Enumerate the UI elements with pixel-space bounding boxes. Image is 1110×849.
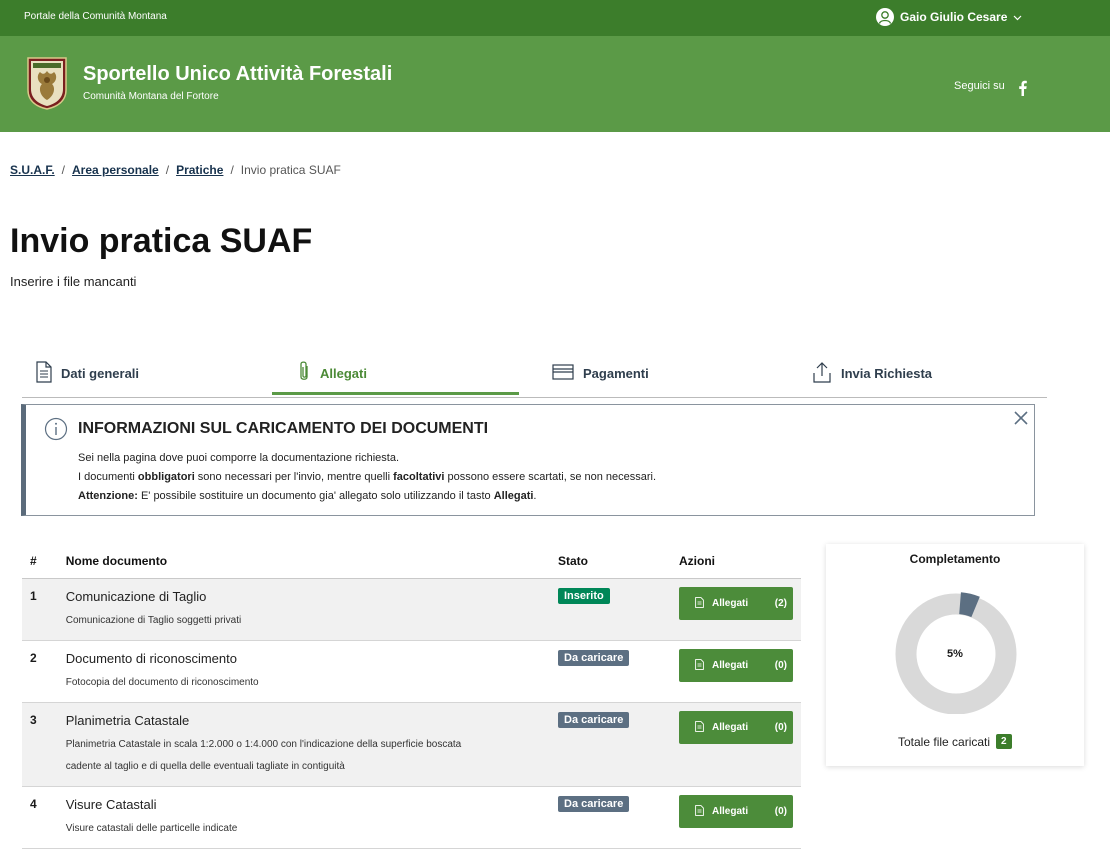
portal-link[interactable]: Portale della Comunità Montana (24, 11, 167, 22)
total-files-count: 2 (996, 734, 1012, 749)
document-name: Visure Catastali (65, 797, 157, 812)
status-badge: Inserito (558, 588, 610, 604)
follow-label: Seguici su (954, 80, 1005, 92)
alert-body: Sei nella pagina dove puoi comporre la d… (78, 449, 656, 506)
user-menu[interactable]: Gaio Giulio Cesare (876, 8, 1022, 26)
credit-card-icon (552, 363, 574, 383)
step-tabs: Dati generali Allegati Pagamenti Invia R… (22, 350, 1047, 398)
table-row: 4 Visure Catastali Visure catastali dell… (22, 786, 801, 849)
breadcrumb-separator: / (61, 163, 66, 177)
tab-pagamenti[interactable]: Pagamenti (552, 350, 649, 396)
file-icon (695, 658, 704, 673)
user-name: Gaio Giulio Cesare (900, 10, 1008, 24)
tab-label: Allegati (320, 365, 367, 381)
breadcrumb-separator: / (230, 163, 234, 177)
status-badge: Da caricare (558, 712, 630, 728)
breadcrumb-current: Invio pratica SUAF (240, 163, 341, 177)
documents-table: # Nome documento Stato Azioni 1 Comunica… (22, 544, 801, 849)
col-number: # (22, 544, 58, 579)
chevron-down-icon (1013, 10, 1022, 24)
row-number: 2 (22, 640, 58, 703)
allegati-button[interactable]: Allegati (2) (679, 587, 793, 620)
site-subtitle: Comunità Montana del Fortore (83, 91, 219, 102)
document-icon (36, 360, 52, 386)
site-title: Sportello Unico Attività Forestali (83, 63, 393, 85)
completion-title: Completamento (909, 552, 1001, 566)
info-alert: INFORMAZIONI SUL CARICAMENTO DEI DOCUMEN… (21, 404, 1035, 516)
total-files: Totale file caricati 2 (898, 734, 1012, 749)
completion-percent: 5% (947, 648, 963, 660)
facebook-icon[interactable] (1013, 79, 1033, 97)
alert-line: Sei nella pagina dove puoi comporre la d… (78, 452, 400, 464)
file-icon (695, 720, 704, 735)
attachment-count: (2) (774, 598, 787, 609)
status-badge: Da caricare (558, 650, 630, 666)
attachment-count: (0) (774, 660, 787, 671)
paperclip-icon (297, 360, 311, 387)
row-number: 1 (22, 578, 58, 641)
breadcrumb-link-suaf[interactable]: S.U.A.F. (10, 163, 55, 177)
breadcrumb: S.U.A.F. / Area personale / Pratiche / I… (10, 163, 341, 177)
document-description: Comunicazione di Taglio soggetti privati (65, 615, 242, 626)
breadcrumb-link-area-personale[interactable]: Area personale (72, 163, 159, 177)
attachment-count: (0) (774, 806, 787, 817)
info-icon (44, 417, 68, 441)
active-tab-indicator (272, 392, 519, 395)
alert-title: INFORMAZIONI SUL CARICAMENTO DEI DOCUMEN… (78, 420, 489, 437)
tab-label: Invia Richiesta (841, 365, 933, 381)
tab-allegati[interactable]: Allegati (297, 350, 367, 396)
tab-dati-generali[interactable]: Dati generali (36, 350, 139, 396)
allegati-button[interactable]: Allegati (0) (679, 711, 793, 744)
attachment-count: (0) (774, 722, 787, 733)
breadcrumb-separator: / (165, 163, 170, 177)
allegati-button[interactable]: Allegati (0) (679, 649, 793, 682)
upload-icon (812, 361, 832, 386)
document-description: Fotocopia del documento di riconosciment… (65, 677, 259, 688)
tab-label: Dati generali (61, 365, 140, 381)
close-icon[interactable] (1012, 409, 1030, 427)
table-row: 1 Comunicazione di Taglio Comunicazione … (22, 578, 801, 641)
col-actions: Azioni (671, 544, 801, 579)
col-status: Stato (550, 544, 671, 579)
file-icon (695, 804, 704, 819)
allegati-button[interactable]: Allegati (0) (679, 795, 793, 828)
col-name: Nome documento (57, 544, 550, 579)
tab-label: Pagamenti (583, 365, 649, 381)
status-badge: Da caricare (558, 796, 630, 812)
alert-line: Attenzione: E' possibile sostituire un d… (78, 490, 537, 502)
site-header: Sportello Unico Attività Forestali Comun… (0, 36, 1110, 132)
table-row: 3 Planimetria Catastale Planimetria Cata… (22, 702, 801, 787)
file-icon (695, 596, 704, 611)
top-bar: Portale della Comunità Montana Gaio Giul… (0, 0, 1110, 36)
page-subtitle: Inserire i file mancanti (10, 274, 137, 289)
row-number: 3 (22, 702, 58, 787)
document-name: Documento di riconoscimento (65, 651, 237, 666)
total-files-label: Totale file caricati (898, 734, 991, 749)
document-name: Comunicazione di Taglio (65, 589, 207, 604)
document-description: Visure catastali delle particelle indica… (65, 823, 238, 834)
tab-invia-richiesta[interactable]: Invia Richiesta (812, 350, 932, 396)
completion-card: Completamento 5% Totale file caricati 2 (826, 544, 1084, 766)
row-number: 4 (22, 786, 58, 849)
community-logo-icon[interactable] (26, 56, 68, 110)
document-name: Planimetria Catastale (65, 713, 190, 728)
breadcrumb-link-pratiche[interactable]: Pratiche (176, 163, 223, 177)
page-title: Invio pratica SUAF (10, 222, 313, 260)
user-avatar-icon (876, 8, 894, 26)
alert-line: I documenti obbligatori sono necessari p… (78, 471, 657, 483)
table-row: 2 Documento di riconoscimento Fotocopia … (22, 640, 801, 703)
document-description: Planimetria Catastale in scala 1:2.000 o… (65, 739, 462, 772)
table-header-row: # Nome documento Stato Azioni (22, 544, 801, 579)
